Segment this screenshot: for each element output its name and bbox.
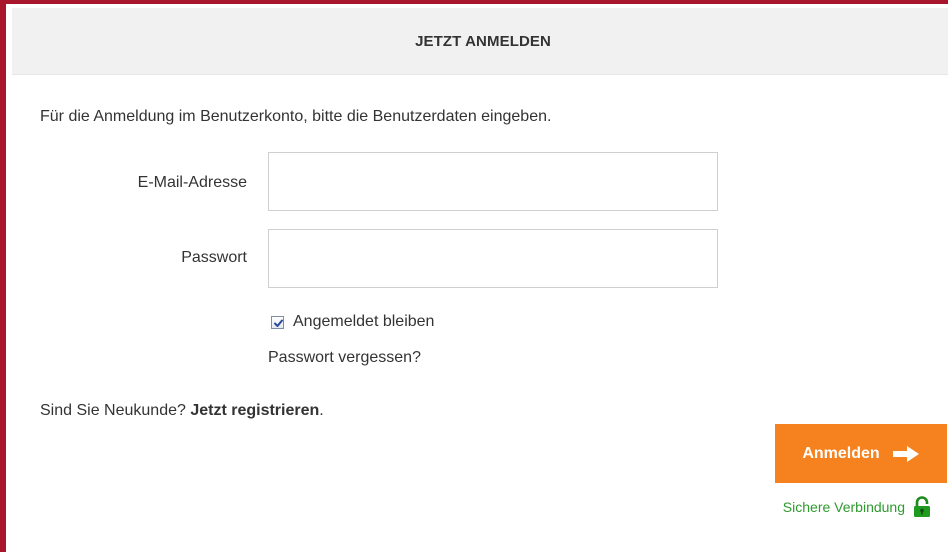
checkmark-icon <box>274 319 283 327</box>
login-button-label: Anmelden <box>802 444 880 462</box>
lock-icon <box>914 496 930 517</box>
page-title: JETZT ANMELDEN <box>415 32 551 50</box>
secure-connection: Sichere Verbindung <box>783 496 931 518</box>
login-button[interactable]: Anmelden <box>775 424 947 483</box>
remember-label: Angemeldet bleiben <box>293 313 435 330</box>
forgot-password-link[interactable]: Passwort vergessen? <box>268 349 421 367</box>
login-panel: JETZT ANMELDEN Für die Anmeldung im Benu… <box>0 0 948 552</box>
password-label: Passwort <box>181 249 247 266</box>
arrow-right-icon <box>892 445 919 462</box>
secure-label: Sichere Verbindung <box>782 499 905 515</box>
panel-header: JETZT ANMELDEN <box>12 8 948 75</box>
remember-checkbox[interactable] <box>271 315 284 329</box>
register-prompt: Sind Sie Neukunde? Jetzt registrieren. <box>40 402 324 420</box>
email-field[interactable] <box>268 152 718 211</box>
register-link[interactable]: Jetzt registrieren <box>190 402 319 419</box>
intro-text: Für die Anmeldung im Benutzerkonto, bitt… <box>40 108 552 125</box>
register-prefix: Sind Sie Neukunde? <box>40 402 191 419</box>
password-field[interactable] <box>268 229 718 288</box>
remember-me[interactable]: Angemeldet bleiben <box>271 313 434 331</box>
register-suffix: . <box>319 402 324 419</box>
email-label: E-Mail-Adresse <box>137 174 247 191</box>
